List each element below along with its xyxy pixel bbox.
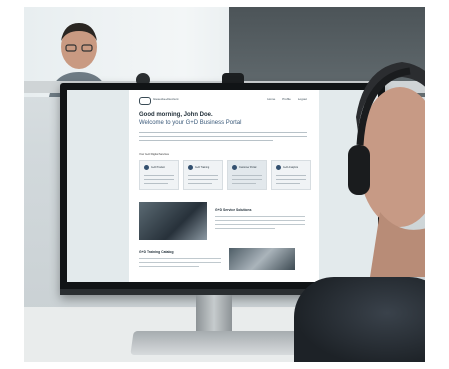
site-nav: Home Profile Logout [267,97,307,101]
text-line [215,228,275,230]
intro-text [139,132,307,143]
service-card[interactable]: G+D Product [139,160,179,190]
business-portal-page: Giesecke+Devrient Home Profile Logout Go… [129,90,319,282]
nav-item-profile[interactable]: Profile [282,97,291,101]
training-heading: G+D Training Catalog [139,250,174,254]
service-icon [232,165,237,170]
text-line [215,216,305,218]
service-card-title: G+D Product [151,166,165,169]
photo-scene: Giesecke+Devrient Home Profile Logout Go… [24,7,425,362]
text-line [139,262,221,264]
text-line [139,258,221,260]
welcome-title: Welcome to your G+D Business Portal [139,120,242,126]
greeting: Good morning, John Doe. [139,112,213,118]
text-line [139,266,199,268]
service-card-title: G+D Analytics [283,166,299,169]
service-card-title: G+D Training [195,166,210,169]
service-card[interactable]: G+D Training [183,160,223,190]
logo-text: Giesecke+Devrient [153,97,179,101]
monitor: Giesecke+Devrient Home Profile Logout Go… [60,83,385,295]
service-image [139,202,207,240]
service-card[interactable]: G+D Analytics [271,160,311,190]
logo-icon [139,97,151,105]
monitor-screen: Giesecke+Devrient Home Profile Logout Go… [67,90,378,282]
text-line [215,224,305,226]
headphone-icon [348,145,370,195]
nav-item-home[interactable]: Home [267,97,275,101]
text-line [215,220,305,222]
service-icon [276,165,281,170]
nav-item-logout[interactable]: Logout [298,97,307,101]
site-margin-left [67,90,129,282]
foreground-person-shoulder [294,277,425,362]
training-image [229,248,295,270]
foreground-person-head [348,62,425,277]
service-cards: G+D Product G+D Training Customer Portal [139,160,311,190]
service-card-title: Customer Portal [239,166,257,169]
service-icon [188,165,193,170]
services-label: Your G+D Digital Services [139,153,169,156]
service-card[interactable]: Customer Portal [227,160,267,190]
service-icon [144,165,149,170]
monitor-stand-base [130,331,304,355]
service-solutions-heading: G+D Service Solutions [215,208,252,212]
